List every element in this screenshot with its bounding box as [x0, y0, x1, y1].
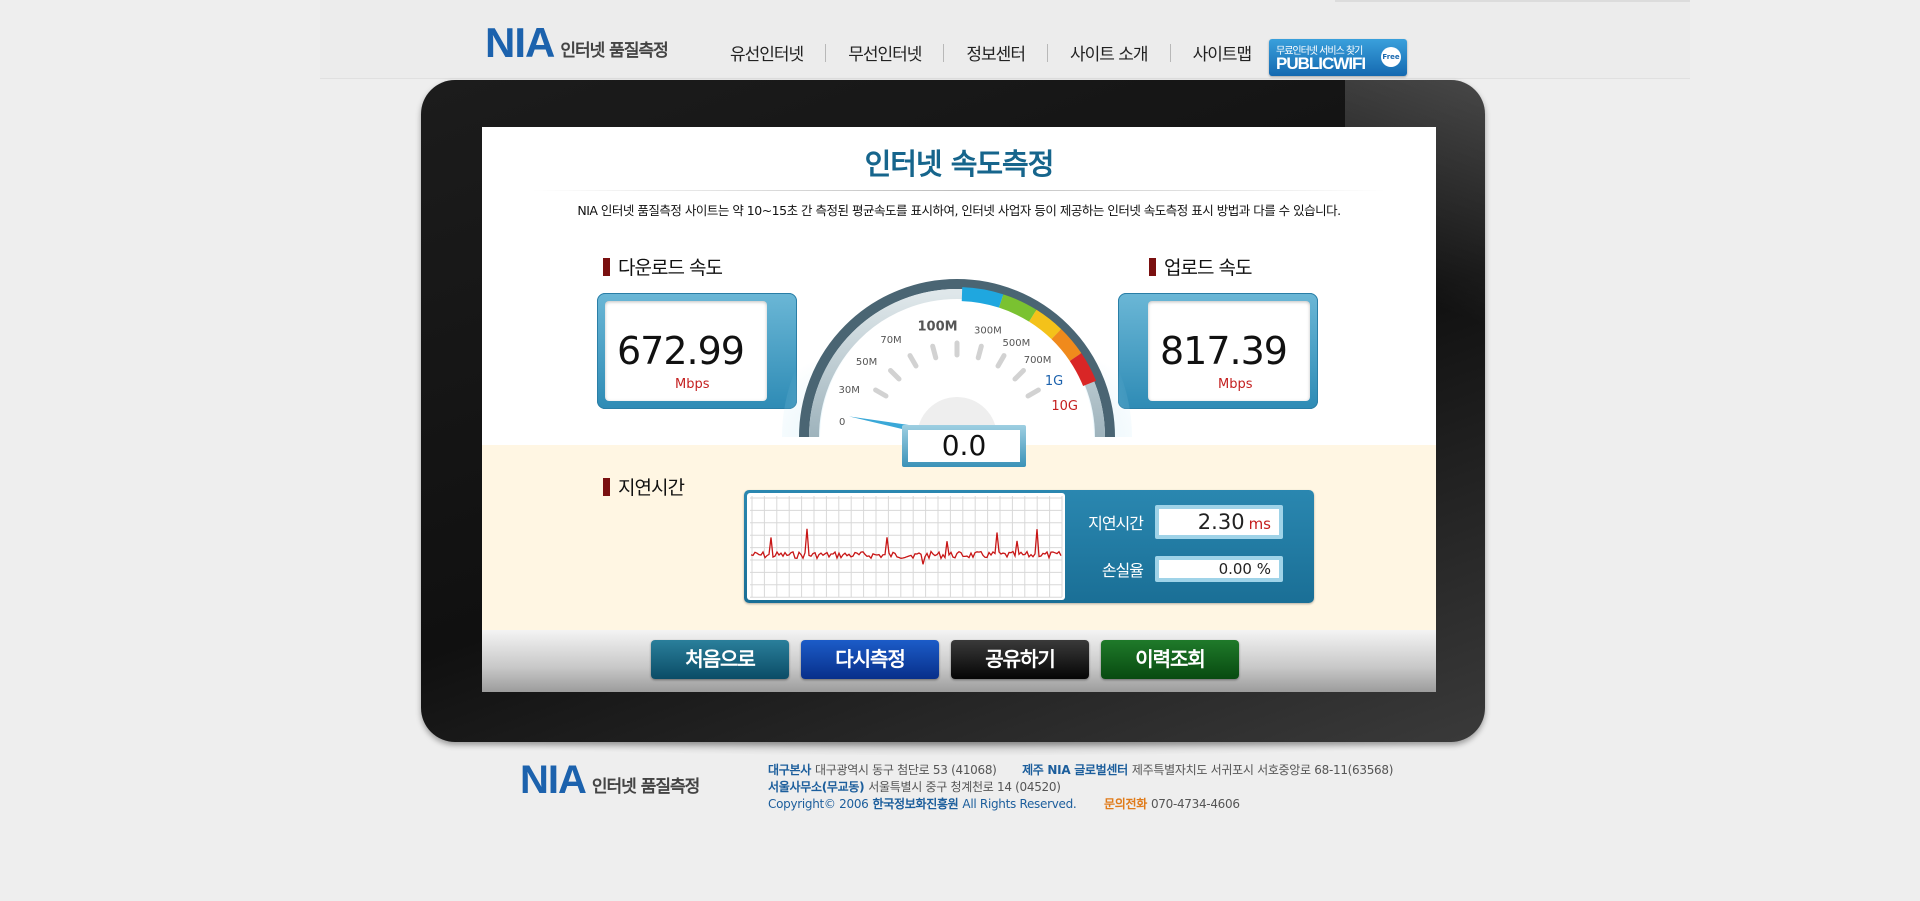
latency-label-text: 지연시간 — [618, 477, 685, 499]
gauge-readout: 0.0 — [902, 425, 1026, 467]
latency-value: 2.30 — [1197, 510, 1245, 534]
download-speed-display: 672.99 Mbps — [605, 301, 767, 401]
logo-nia-text: NIA — [485, 19, 555, 66]
nav-wired-internet[interactable]: 유선인터넷 — [708, 40, 825, 65]
page-title: 인터넷 속도측정 — [864, 147, 1055, 181]
gauge-tick-label: 50M — [856, 357, 877, 368]
retest-button[interactable]: 다시측정 — [801, 640, 939, 679]
jeju-address: 제주특별자치도 서귀포시 서호중앙로 68-11(63568) — [1131, 763, 1394, 777]
label-marker-icon — [603, 257, 610, 276]
phone-number: 070-4734-4606 — [1150, 797, 1240, 811]
gauge-readout-value: 0.0 — [908, 430, 1020, 462]
hq-label: 대구본사 — [768, 763, 811, 777]
speed-test-screen: 인터넷 속도측정 NIA 인터넷 품질측정 사이트는 약 10~15초 간 측정… — [482, 127, 1436, 692]
footer-logo-sub-text: 인터넷 품질측정 — [591, 777, 700, 797]
publicwifi-banner[interactable]: 무료인터넷 서비스 찾기 PUBLICWIFI Free — [1269, 39, 1407, 76]
gauge-tick-label: 500M — [1002, 338, 1030, 349]
download-label: 다운로드 속도 — [603, 253, 723, 280]
footer-address-row-1: 대구본사 대구광역시 동구 첨단로 53 (41068) 제주 NIA 글로벌센터… — [768, 762, 1397, 779]
copyright-prefix: Copyright© 2006 — [768, 797, 869, 811]
logo-sub-text: 인터넷 품질측정 — [560, 41, 668, 61]
footer-copyright-row: Copyright© 2006 한국정보화진흥원 All Rights Reserv… — [768, 796, 1397, 813]
home-button[interactable]: 처음으로 — [651, 640, 789, 679]
latency-row: 지연시간 2.30 ms — [1071, 505, 1283, 539]
loss-rate-value: 0.00 % — [1159, 560, 1279, 578]
latency-value-field: 2.30 ms — [1155, 505, 1283, 539]
gauge-tick-label: 30M — [839, 385, 860, 396]
latency-graph-line — [750, 528, 1062, 565]
latency-unit: ms — [1248, 515, 1271, 533]
latency-label: 지연시간 — [603, 473, 685, 500]
download-speed-unit: Mbps — [675, 377, 710, 392]
tablet-shadow — [430, 742, 1480, 756]
gauge-tick-label: 0 — [839, 417, 845, 428]
upload-speed-value: 817.39 — [1160, 329, 1288, 373]
title-divider — [532, 190, 1386, 191]
share-button[interactable]: 공유하기 — [951, 640, 1089, 679]
hq-address: 대구광역시 동구 첨단로 53 (41068) — [814, 763, 997, 777]
download-speed-value: 672.99 — [617, 329, 745, 373]
nav-info-center[interactable]: 정보센터 — [944, 40, 1047, 65]
gauge-arc-segment — [961, 287, 1004, 308]
nav-wireless-internet[interactable]: 무선인터넷 — [826, 40, 943, 65]
main-nav: 유선인터넷 무선인터넷 정보센터 사이트 소개 사이트맵 — [708, 40, 1273, 65]
site-logo[interactable]: NIA 인터넷 품질측정 — [485, 19, 669, 66]
gauge-tick-mark — [975, 343, 984, 361]
gauge-tick-label: 700M — [1024, 355, 1052, 366]
footer-address-row-2: 서울사무소(무교동) 서울특별시 중구 청계천로 14 (04520) — [768, 779, 1397, 796]
gauge-tick-label: 300M — [974, 325, 1002, 336]
label-marker-icon — [603, 477, 610, 496]
footer-info: 대구본사 대구광역시 동구 첨단로 53 (41068) 제주 NIA 글로벌센터… — [768, 762, 1397, 813]
page-description: NIA 인터넷 품질측정 사이트는 약 10~15초 간 측정된 평균속도를 표… — [577, 203, 1341, 218]
latency-value-display: 2.30 ms — [1159, 509, 1279, 535]
nav-site-intro[interactable]: 사이트 소개 — [1048, 40, 1170, 65]
gauge-tick-label: 70M — [880, 335, 901, 346]
upload-speed-box: 817.39 Mbps — [1118, 293, 1318, 409]
loss-row: 손실율 0.00 % — [1071, 556, 1283, 582]
free-badge-icon: Free — [1381, 47, 1401, 67]
speed-gauge: 0 30M 50M70M 100M 300M500M 700M 1G 10G — [782, 262, 1132, 437]
download-speed-box: 672.99 Mbps — [597, 293, 797, 409]
gauge-tick-label: 1G — [1045, 374, 1063, 389]
footer-logo[interactable]: NIA 인터넷 품질측정 — [520, 758, 700, 802]
publicwifi-title: PUBLICWIFI — [1276, 54, 1366, 73]
gauge-tick-label: 100M — [918, 320, 958, 335]
action-bar: 처음으로 다시측정 공유하기 이력조회 — [482, 630, 1436, 692]
copyright-org: 한국정보화진흥원 — [872, 797, 959, 811]
nav-sitemap[interactable]: 사이트맵 — [1171, 40, 1274, 65]
latency-graph-grid — [750, 496, 1063, 598]
loss-rate-label: 손실율 — [1101, 561, 1144, 580]
header-strip — [1335, 0, 1690, 2]
gauge-tick-mark — [930, 343, 939, 361]
history-button[interactable]: 이력조회 — [1101, 640, 1239, 679]
footer-logo-nia-text: NIA — [520, 758, 587, 802]
copyright-suffix: All Rights Reserved. — [962, 797, 1077, 811]
upload-speed-unit: Mbps — [1218, 377, 1253, 392]
seoul-address: 서울특별시 중구 청계천로 14 (04520) — [868, 780, 1061, 794]
latency-panel: 지연시간 2.30 ms 손실율 0.00 % — [744, 490, 1314, 603]
upload-speed-display: 817.39 Mbps — [1148, 301, 1310, 401]
upload-label-text: 업로드 속도 — [1164, 257, 1252, 279]
upload-label: 업로드 속도 — [1149, 253, 1252, 280]
jeju-label: 제주 NIA 글로벌센터 — [1022, 763, 1128, 777]
seoul-label: 서울사무소(무교동) — [768, 780, 865, 794]
label-marker-icon — [1149, 257, 1156, 276]
loss-rate-field: 0.00 % — [1155, 556, 1283, 582]
phone-label: 문의전화 — [1103, 797, 1147, 811]
latency-value-label: 지연시간 — [1088, 514, 1144, 533]
gauge-tick-label: 10G — [1051, 399, 1078, 414]
download-label-text: 다운로드 속도 — [618, 257, 723, 279]
latency-graph — [747, 493, 1065, 600]
